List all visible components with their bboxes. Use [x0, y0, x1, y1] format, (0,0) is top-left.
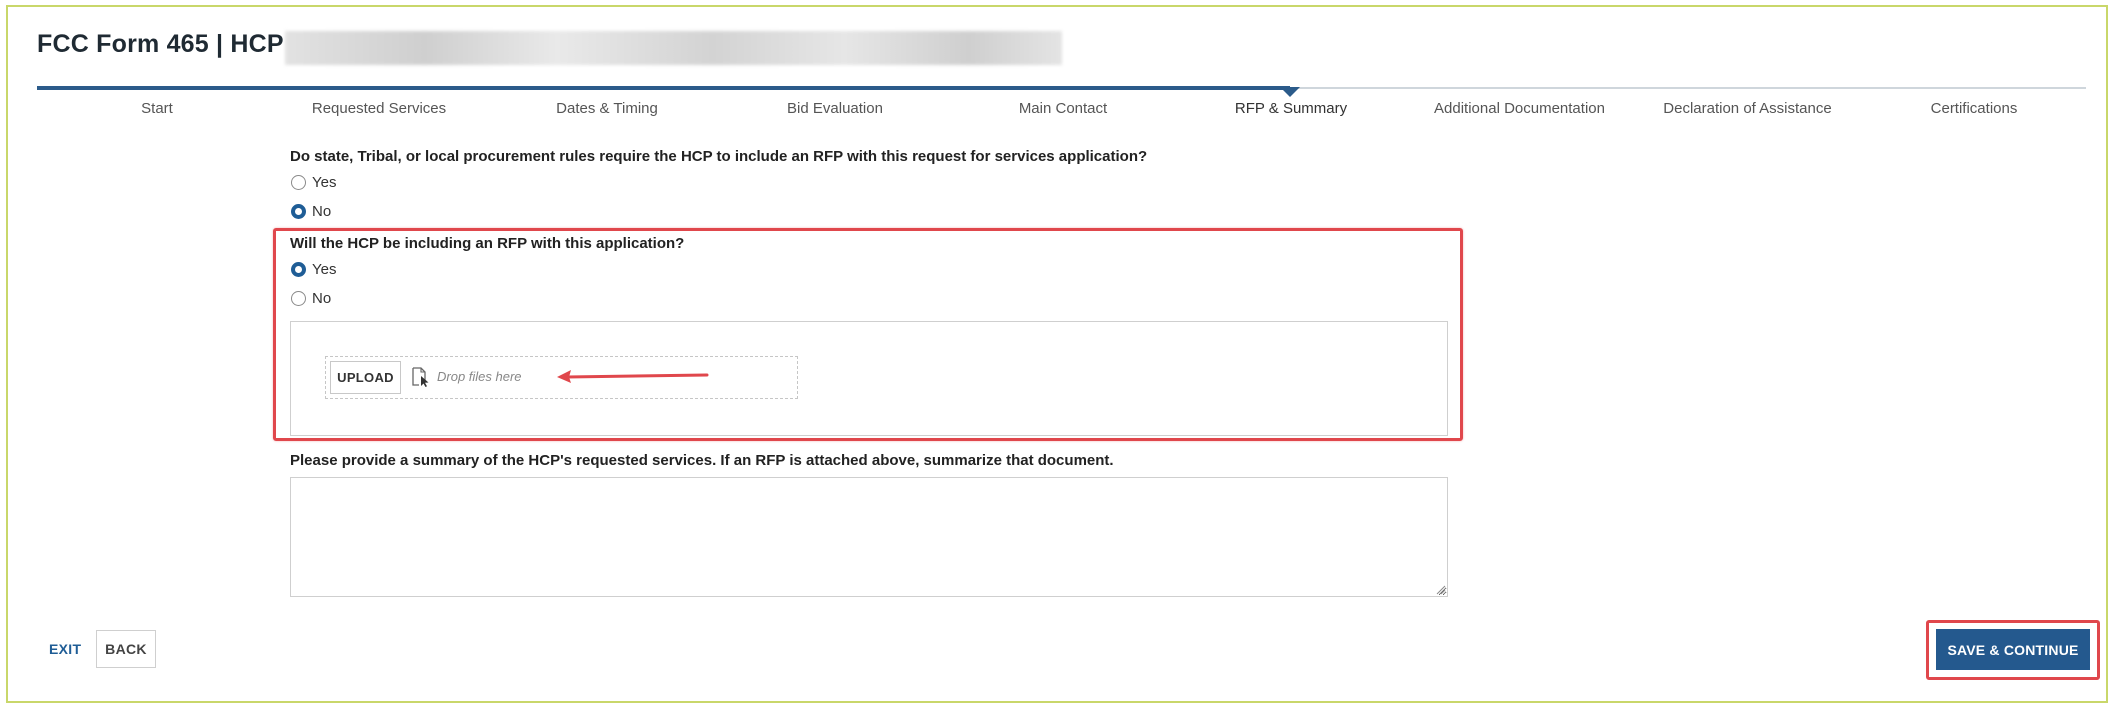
resize-grip-icon[interactable] — [1434, 583, 1446, 595]
radio-procurement-yes[interactable]: Yes — [291, 174, 336, 191]
step-declaration-of-assistance[interactable]: Declaration of Assistance — [1635, 100, 1860, 117]
step-start[interactable]: Start — [47, 100, 267, 117]
stepper-progress-remaining — [1290, 87, 2086, 89]
radio-button-selected[interactable] — [291, 262, 306, 277]
step-certifications[interactable]: Certifications — [1864, 100, 2084, 117]
step-bid-evaluation[interactable]: Bid Evaluation — [725, 100, 945, 117]
step-dates-timing[interactable]: Dates & Timing — [497, 100, 717, 117]
step-requested-services[interactable]: Requested Services — [269, 100, 489, 117]
stepper-progress-completed — [37, 86, 1290, 90]
radio-procurement-no[interactable]: No — [291, 203, 331, 220]
summary-textarea[interactable] — [290, 477, 1448, 597]
radio-button[interactable] — [291, 291, 306, 306]
radio-button[interactable] — [291, 175, 306, 190]
radio-rfp-no[interactable]: No — [291, 290, 331, 307]
radio-rfp-yes[interactable]: Yes — [291, 261, 336, 278]
back-button[interactable]: BACK — [96, 630, 156, 668]
upload-button[interactable]: UPLOAD — [330, 361, 401, 394]
exit-link[interactable]: EXIT — [49, 641, 81, 657]
file-drop-icon — [412, 367, 429, 387]
question-including-rfp: Will the HCP be including an RFP with th… — [290, 235, 685, 252]
question-procurement-rules: Do state, Tribal, or local procurement r… — [290, 148, 1148, 165]
step-main-contact[interactable]: Main Contact — [953, 100, 1173, 117]
annotation-arrow-icon — [557, 370, 709, 383]
summary-label: Please provide a summary of the HCP's re… — [290, 452, 1114, 469]
radio-label: Yes — [312, 174, 337, 191]
page-title: FCC Form 465 | HCP — [37, 30, 284, 58]
redacted-hcp-name — [285, 31, 1062, 65]
save-and-continue-button[interactable]: SAVE & CONTINUE — [1936, 629, 2090, 670]
stepper-active-marker — [1280, 87, 1300, 97]
radio-label: No — [312, 290, 332, 307]
radio-button-selected[interactable] — [291, 204, 306, 219]
step-additional-documentation[interactable]: Additional Documentation — [1407, 100, 1632, 117]
drop-files-hint: Drop files here — [437, 369, 522, 384]
radio-label: No — [312, 203, 332, 220]
step-rfp-summary[interactable]: RFP & Summary — [1181, 100, 1401, 117]
radio-label: Yes — [312, 261, 337, 278]
